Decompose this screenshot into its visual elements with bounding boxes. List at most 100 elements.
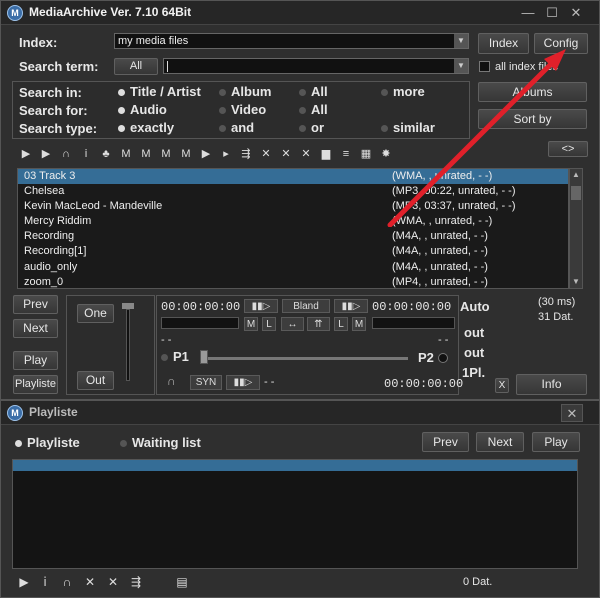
chevron-down-icon[interactable]: ▼ [454, 59, 468, 73]
bland-button[interactable]: Bland [282, 299, 330, 313]
radio-title-artist[interactable]: Title / Artist [118, 84, 201, 99]
play-icon[interactable]: ▶ [17, 575, 31, 589]
radio-in-all[interactable]: All [299, 84, 328, 99]
file-list[interactable]: 03 Track 3 (WMA, , unrated, - -) Chelsea(… [17, 168, 569, 289]
marker-m3-icon[interactable]: M [159, 148, 173, 160]
albums-button[interactable]: Albums [478, 82, 587, 102]
out-label-1[interactable]: out [464, 325, 484, 340]
playlist-list[interactable] [12, 459, 578, 569]
swap-icon[interactable]: ↔ [281, 317, 304, 331]
radio-for-all[interactable]: All [299, 102, 328, 117]
crossfade-track[interactable] [201, 357, 408, 360]
sync-icon[interactable]: ⇈ [307, 317, 330, 331]
headphone-icon[interactable]: ∩ [59, 148, 73, 160]
one-button[interactable]: One [77, 304, 114, 323]
radio-video[interactable]: Video [219, 102, 266, 117]
radio-p2[interactable] [438, 353, 448, 363]
list-item[interactable]: 03 Track 3 (WMA, , unrated, - -) [18, 169, 568, 185]
delete-icon[interactable]: ✕ [83, 575, 97, 589]
prev-button[interactable]: Prev [13, 295, 58, 314]
maximize-button[interactable]: ☐ [541, 4, 563, 22]
radio-similar[interactable]: similar [381, 120, 435, 135]
all-button[interactable]: All [114, 58, 158, 75]
minimize-button[interactable]: — [517, 4, 539, 22]
m-button-2[interactable]: M [352, 317, 366, 331]
folder-icon[interactable]: ▆ [319, 148, 333, 160]
playlist-prev-button[interactable]: Prev [422, 432, 469, 452]
m-button-1[interactable]: M [244, 317, 258, 331]
headphone-icon[interactable]: ∩ [167, 375, 179, 387]
scroll-thumb[interactable] [571, 186, 581, 200]
list-item[interactable]: Mercy Riddim (WMA, , unrated, - -) [18, 214, 568, 229]
out-label-2[interactable]: out [464, 345, 484, 360]
volume-slider-thumb[interactable] [122, 303, 134, 309]
play-button[interactable]: Play [13, 351, 58, 370]
info-icon[interactable]: ⅰ [79, 148, 93, 160]
stack-icon[interactable]: ≡ [339, 148, 353, 160]
auto-label[interactable]: Auto [460, 299, 490, 314]
list-item[interactable]: Chelsea (MP3, 00:22, unrated, - -) [18, 184, 568, 199]
list-item[interactable]: audio_only (M4A, , unrated, - -) [18, 260, 568, 275]
playlist-play-button[interactable]: Play [532, 432, 580, 452]
playlist-button[interactable]: Playliste [13, 375, 58, 394]
pause-button-3[interactable]: ▮▮▷ [226, 375, 260, 390]
marker-m2-icon[interactable]: M [139, 148, 153, 160]
grid-icon[interactable]: ▦ [359, 148, 373, 160]
list-item[interactable]: Kevin MacLeod - Mandeville (MP3, 03:37, u… [18, 199, 568, 214]
playlist-next-button[interactable]: Next [476, 432, 524, 452]
config-button[interactable]: Config [534, 33, 588, 54]
out-button[interactable]: Out [77, 371, 114, 390]
list-scrollbar[interactable]: ▲ ▼ [569, 168, 583, 289]
marker-icon[interactable]: M [119, 148, 133, 160]
delete-all-icon[interactable]: ✕ [106, 575, 120, 589]
sort-by-button[interactable]: Sort by [478, 109, 587, 129]
close-button[interactable]: ✕ [565, 4, 587, 22]
index-button[interactable]: Index [478, 33, 529, 54]
headphone-icon[interactable]: ∩ [60, 575, 74, 589]
l-button-2[interactable]: L [334, 317, 348, 331]
info-button[interactable]: Info [516, 374, 587, 395]
pause-button[interactable]: ▮▮▷ [244, 299, 278, 313]
volume-slider-track[interactable] [126, 309, 130, 381]
cue-icon[interactable]: ▶ [199, 148, 213, 160]
playlist-close-button[interactable]: ✕ [561, 404, 583, 422]
radio-audio[interactable]: Audio [118, 102, 167, 117]
l-button-1[interactable]: L [262, 317, 276, 331]
search-input[interactable]: ▼ [163, 58, 469, 74]
next-button[interactable]: Next [13, 319, 58, 338]
star-icon[interactable]: ✸ [379, 148, 393, 160]
info-icon[interactable]: ⅰ [38, 575, 52, 589]
radio-album[interactable]: Album [219, 84, 271, 99]
play-add-icon[interactable]: ▶ [39, 148, 53, 160]
radio-p1[interactable]: P1 [161, 349, 189, 364]
delete-marked-icon[interactable]: ✕ [299, 148, 313, 160]
save-list-icon[interactable]: ▤ [175, 575, 189, 589]
play-icon[interactable]: ▶ [19, 148, 33, 160]
pause-button-2[interactable]: ▮▮▷ [334, 299, 368, 313]
all-index-checkbox[interactable] [479, 61, 490, 72]
index-select[interactable]: my media files ▼ [114, 33, 469, 49]
list-item[interactable]: Recording (M4A, , unrated, - -) [18, 229, 568, 244]
radio-and[interactable]: and [219, 120, 254, 135]
tab-playlist[interactable]: Playliste [15, 435, 80, 450]
marker-m4-icon[interactable]: M [179, 148, 193, 160]
delete-icon[interactable]: ✕ [259, 148, 273, 160]
chevron-down-icon[interactable]: ▼ [454, 34, 468, 48]
tab-waiting-list[interactable]: Waiting list [120, 435, 201, 450]
file-move-icon[interactable]: ⇶ [239, 148, 253, 160]
radio-more[interactable]: more [381, 84, 425, 99]
file-move-icon[interactable]: ⇶ [129, 575, 143, 589]
scroll-up-icon[interactable]: ▲ [570, 169, 582, 181]
list-item[interactable]: Recording[1] (M4A, , unrated, - -) [18, 244, 568, 259]
x-button[interactable]: X [495, 378, 509, 393]
file-arrow-icon[interactable]: ▸ [219, 148, 233, 160]
syn-button[interactable]: SYN [190, 375, 222, 390]
toggle-view-button[interactable]: <> [548, 141, 588, 157]
radio-or[interactable]: or [299, 120, 324, 135]
scroll-down-icon[interactable]: ▼ [570, 276, 582, 288]
list-item[interactable]: zoom_0 (MP4, , unrated, - -) [18, 275, 568, 288]
crossfade-thumb[interactable] [200, 350, 208, 364]
one-playlist-label[interactable]: 1Pl. [462, 365, 485, 380]
tag-icon[interactable]: ♣ [99, 148, 113, 160]
delete-all-icon[interactable]: ✕ [279, 148, 293, 160]
